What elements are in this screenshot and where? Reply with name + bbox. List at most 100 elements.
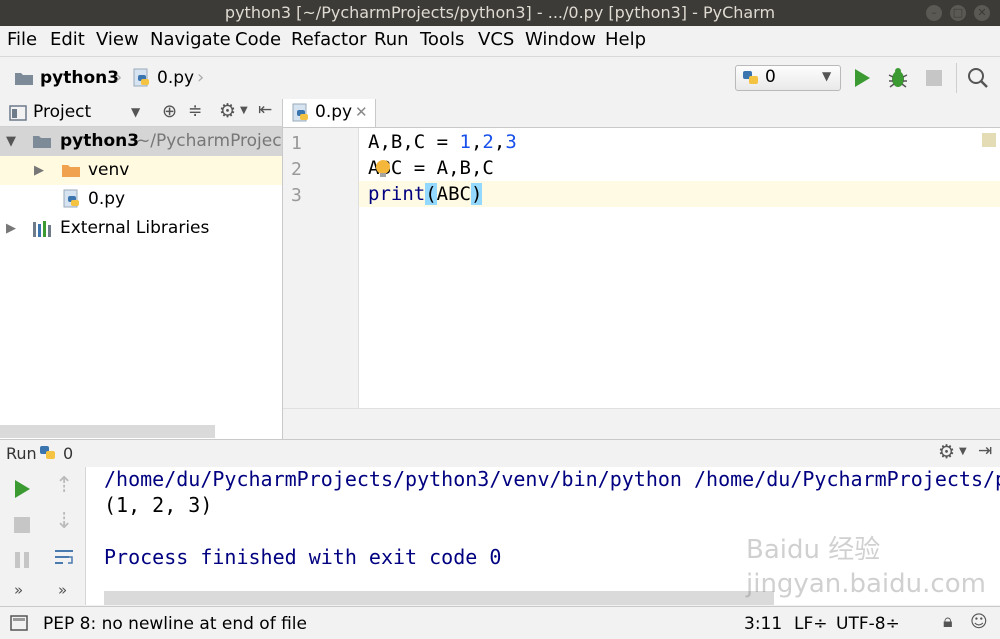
lock-icon[interactable]: 🔒︎ [943, 611, 953, 632]
status-line-separator[interactable]: LF÷ [794, 614, 828, 634]
arrow-up-icon[interactable]: ⇡ [55, 473, 73, 498]
status-bar: PEP 8: no newline at end of file 3:11 LF… [0, 606, 1000, 639]
python-file-icon [133, 68, 149, 87]
run-config-tab[interactable]: 0 [63, 444, 73, 463]
locate-icon[interactable]: ⊕ [162, 101, 177, 122]
line-number: 2 [291, 159, 302, 180]
maximize-icon[interactable]: □ [950, 5, 966, 21]
toolbar-divider [956, 63, 957, 93]
menu-refactor[interactable]: Refactor [291, 28, 367, 52]
python-file-icon [63, 189, 79, 208]
status-encoding[interactable]: UTF-8÷ [836, 614, 900, 634]
tree-item-venv[interactable]: ▶ venv [0, 156, 282, 185]
collapse-all-icon[interactable]: ≑ [188, 101, 202, 121]
stop-icon[interactable] [13, 516, 31, 534]
chevron-down-icon[interactable]: ▼ [6, 127, 16, 156]
pause-icon[interactable] [14, 551, 30, 569]
window-title: python3 [~/PycharmProjects/python3] - ..… [224, 3, 776, 22]
run-config-select[interactable]: 0 ▼ [735, 65, 841, 91]
console-horizontal-scrollbar[interactable] [104, 591, 774, 605]
menu-file[interactable]: File [7, 28, 37, 52]
menu-code[interactable]: Code [235, 28, 281, 52]
python-config-icon [40, 446, 55, 459]
code-editor[interactable]: 1 2 3 A,B,C = 1,2,3 ABC = A,B,C print(AB… [283, 128, 1000, 408]
folder-icon [15, 73, 33, 85]
stop-icon[interactable] [925, 69, 943, 87]
watermark-logo: Baidu 经验 jingyan.baidu.com [746, 533, 994, 605]
breadcrumb-project[interactable]: python3 [40, 68, 119, 88]
navigation-bar: python3 › 0.py › 0 ▼ [0, 56, 1000, 100]
toggle-panels-icon[interactable] [10, 615, 28, 631]
line-number: 3 [291, 185, 302, 206]
horizontal-scrollbar[interactable] [0, 425, 215, 438]
tree-root-python3[interactable]: ▼ python3 ~/PycharmProjects/python3 [0, 127, 282, 156]
inspector-icon[interactable]: ☺ [970, 612, 988, 632]
menu-window[interactable]: Window [525, 28, 596, 52]
tree-root-path: ~/PycharmProjects/python3 [136, 131, 282, 151]
run-panel-title[interactable]: Run [6, 444, 37, 463]
close-window-icon[interactable]: ✕ [974, 5, 990, 21]
console-line: Process finished with exit code 0 [104, 545, 502, 569]
code-line-3[interactable]: print(ABC) [368, 183, 483, 205]
arrow-down-icon[interactable]: ⇣ [55, 509, 73, 534]
gear-icon[interactable]: ⚙ [938, 441, 955, 463]
inspection-marker[interactable] [982, 133, 996, 147]
folder-icon [62, 165, 80, 177]
status-message: PEP 8: no newline at end of file [43, 614, 307, 634]
menu-navigate[interactable]: Navigate [150, 28, 231, 52]
tree-item-label: venv [88, 160, 130, 180]
menu-vcs[interactable]: VCS [478, 28, 514, 52]
line-number-gutter: 1 2 3 [283, 128, 359, 408]
python-config-icon [743, 71, 758, 84]
hide-panel-icon[interactable]: ⇤ [258, 100, 272, 120]
menu-bar: File Edit View Navigate Code Refactor Ru… [0, 26, 1000, 54]
menu-edit[interactable]: Edit [50, 28, 85, 52]
folder-icon [33, 136, 51, 148]
status-cursor-position[interactable]: 3:11 [744, 614, 782, 634]
close-tab-icon[interactable]: ✕ [355, 103, 368, 121]
run-config-label: 0 [765, 67, 776, 87]
tree-item-0py[interactable]: 0.py [0, 185, 282, 214]
rerun-icon[interactable] [13, 479, 31, 499]
run-icon[interactable] [853, 68, 871, 88]
project-panel-title[interactable]: Project [33, 102, 91, 122]
menu-tools[interactable]: Tools [420, 28, 464, 52]
chevron-down-icon[interactable]: ▼ [959, 446, 967, 457]
soft-wrap-icon[interactable] [53, 547, 75, 567]
window-titlebar: python3 [~/PycharmProjects/python3] - ..… [0, 0, 1000, 26]
tree-root-label: python3 [60, 131, 140, 151]
hide-panel-icon[interactable]: ⇥ [978, 441, 992, 461]
tree-item-label: 0.py [88, 189, 126, 209]
tree-item-external-libraries[interactable]: ▶ External Libraries [0, 214, 282, 243]
lightbulb-icon[interactable] [375, 159, 391, 179]
menu-view[interactable]: View [96, 28, 139, 52]
debug-icon[interactable] [886, 66, 910, 90]
breadcrumb-file[interactable]: 0.py [157, 68, 194, 88]
gear-icon[interactable]: ⚙ [219, 100, 236, 122]
minimize-icon[interactable]: – [926, 5, 942, 21]
project-panel-header: Project ▼ ⊕ ≑ ⚙ ▼ ⇤ [0, 99, 282, 127]
watermark-text: Baidu 经验 jingyan.baidu.com [746, 535, 986, 599]
chevron-down-icon: ▼ [822, 69, 832, 83]
run-console[interactable]: /home/du/PycharmProjects/python3/venv/bi… [86, 467, 1000, 605]
chevron-down-icon[interactable]: ▼ [131, 105, 140, 119]
line-number: 1 [291, 133, 302, 154]
python-file-icon [292, 103, 308, 122]
libraries-icon [33, 221, 51, 237]
search-icon[interactable] [967, 67, 989, 89]
chevron-down-icon[interactable]: ▼ [240, 105, 248, 116]
chevron-right-icon[interactable]: ▶ [34, 156, 44, 185]
tree-item-label: External Libraries [60, 218, 210, 238]
project-panel: Project ▼ ⊕ ≑ ⚙ ▼ ⇤ ▼ python3 ~/PycharmP… [0, 99, 283, 439]
run-panel-header: Run 0 ⚙ ▼ ⇥ [0, 439, 1000, 467]
chevron-right-icon: › [115, 67, 123, 88]
project-view-icon [9, 105, 27, 121]
more-actions-icon[interactable]: » [14, 581, 23, 599]
menu-help[interactable]: Help [605, 28, 646, 52]
more-actions-icon[interactable]: » [58, 581, 67, 599]
menu-run[interactable]: Run [374, 28, 409, 52]
tab-0py[interactable]: 0.py ✕ [283, 99, 376, 127]
chevron-right-icon: › [197, 67, 205, 88]
code-line-1[interactable]: A,B,C = 1,2,3 [368, 131, 517, 153]
chevron-right-icon[interactable]: ▶ [6, 214, 16, 243]
